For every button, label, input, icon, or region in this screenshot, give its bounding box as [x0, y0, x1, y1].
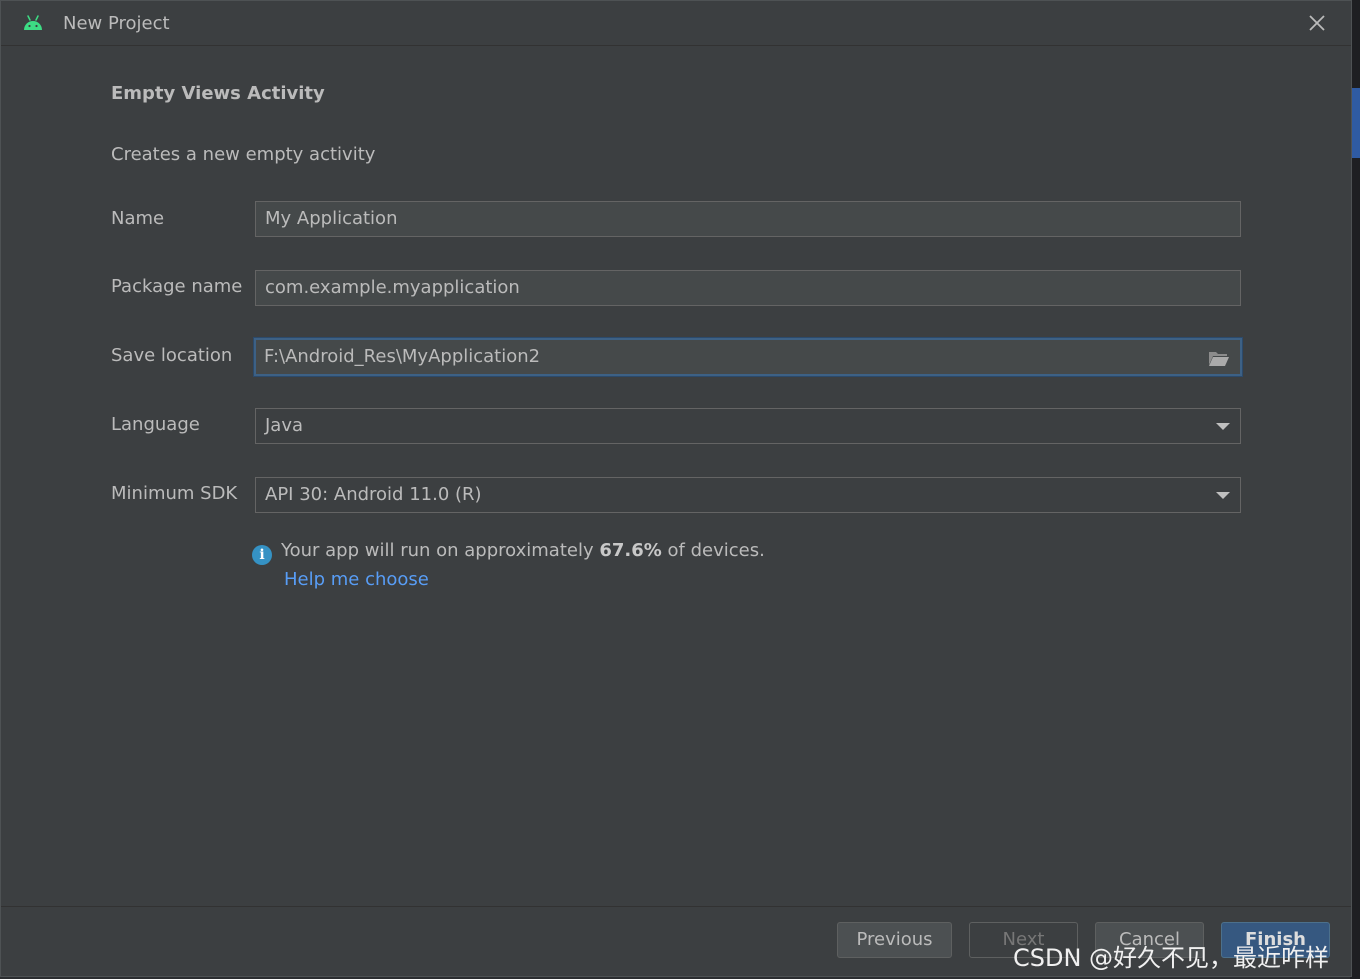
- template-heading: Empty Views Activity: [111, 83, 325, 104]
- save-location-label: Save location: [111, 345, 233, 366]
- language-label: Language: [111, 414, 200, 435]
- info-prefix: Your app will run on approximately: [281, 540, 600, 561]
- close-icon[interactable]: [1307, 13, 1327, 33]
- name-value: My Application: [265, 208, 398, 229]
- name-label: Name: [111, 208, 165, 229]
- package-name-field[interactable]: com.example.myapplication: [255, 270, 1241, 306]
- minimum-sdk-dropdown[interactable]: API 30: Android 11.0 (R): [255, 477, 1241, 513]
- name-field[interactable]: My Application: [255, 201, 1241, 237]
- package-name-value: com.example.myapplication: [265, 277, 520, 298]
- info-icon: i: [252, 545, 272, 565]
- new-project-dialog: New Project Empty Views Activity Creates…: [0, 0, 1352, 977]
- save-location-value: F:\Android_Res\MyApplication2: [264, 346, 541, 367]
- language-dropdown[interactable]: Java: [255, 408, 1241, 444]
- cancel-button[interactable]: Cancel: [1095, 922, 1204, 958]
- folder-icon[interactable]: [1208, 349, 1230, 367]
- finish-button[interactable]: Finish: [1221, 922, 1330, 958]
- package-name-label: Package name: [111, 276, 243, 297]
- language-value: Java: [265, 415, 304, 436]
- info-suffix: of devices.: [661, 540, 765, 561]
- template-description: Creates a new empty activity: [111, 144, 376, 165]
- save-location-field[interactable]: F:\Android_Res\MyApplication2: [254, 338, 1242, 376]
- help-me-choose-link[interactable]: Help me choose: [284, 569, 429, 590]
- dialog-title: New Project: [63, 13, 170, 34]
- chevron-down-icon[interactable]: [1216, 492, 1230, 499]
- minimum-sdk-value: API 30: Android 11.0 (R): [265, 484, 482, 505]
- device-coverage-info: i Your app will run on approximately 67.6…: [252, 540, 765, 565]
- info-percentage: 67.6%: [599, 540, 662, 561]
- minimum-sdk-label: Minimum SDK: [111, 483, 238, 504]
- android-icon: [24, 15, 42, 30]
- title-bar: New Project: [1, 1, 1351, 46]
- previous-button[interactable]: Previous: [837, 922, 952, 958]
- next-button[interactable]: Next: [969, 922, 1078, 958]
- chevron-down-icon[interactable]: [1216, 423, 1230, 430]
